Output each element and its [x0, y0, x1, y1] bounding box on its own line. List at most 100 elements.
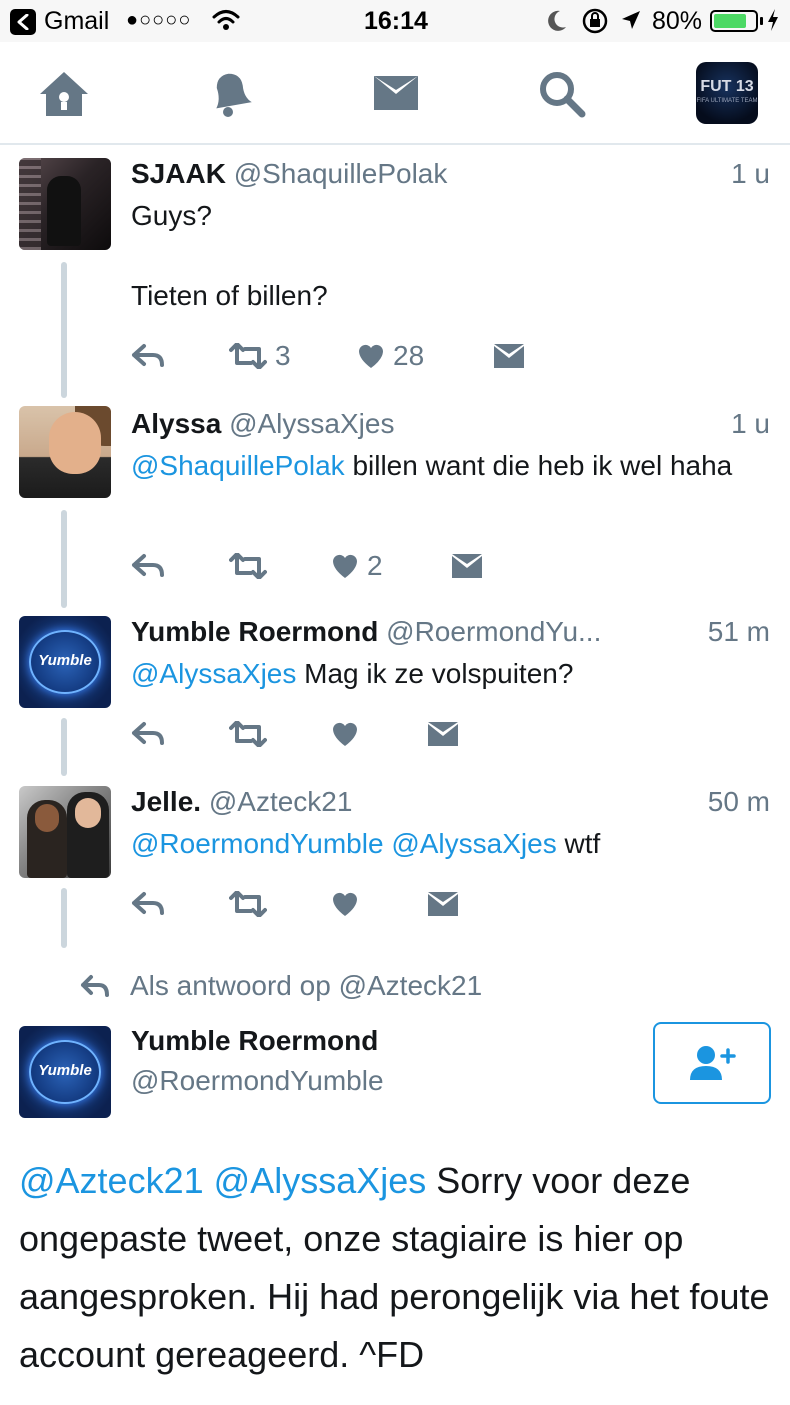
heart-icon	[333, 554, 357, 578]
avatar-logo-text: FUT 13	[700, 78, 754, 95]
like-count: 28	[393, 340, 425, 371]
tweet-actions: 2	[131, 546, 631, 586]
direct-message-button[interactable]	[451, 546, 483, 586]
thread-line	[61, 718, 67, 776]
user-avatar[interactable]	[19, 158, 111, 250]
display-name[interactable]: Yumble Roermond	[131, 616, 378, 647]
user-handle[interactable]: @RoermondYumble	[131, 1065, 384, 1097]
retweet-button[interactable]	[229, 714, 267, 754]
display-name[interactable]: SJAAK	[131, 158, 226, 189]
display-name[interactable]: Jelle.	[131, 786, 201, 817]
location-arrow-icon	[620, 9, 642, 38]
follow-button[interactable]	[653, 1022, 771, 1104]
like-button[interactable]	[331, 884, 359, 924]
mention-link[interactable]: @AlyssaXjes	[131, 658, 296, 689]
tweet-actions	[131, 714, 631, 754]
thread-line	[61, 510, 67, 608]
search-icon[interactable]	[538, 70, 586, 123]
retweet-button[interactable]	[229, 884, 267, 924]
like-count: 2	[367, 550, 383, 581]
tweet-header: Alyssa @AlyssaXjes	[131, 408, 394, 440]
direct-message-button[interactable]	[427, 714, 459, 754]
reply-button[interactable]	[131, 546, 165, 586]
status-bar: Gmail ●○○○○ 16:14 80%	[0, 0, 790, 42]
display-name[interactable]: Alyssa	[131, 408, 221, 439]
reply-button[interactable]	[131, 336, 165, 376]
bell-icon[interactable]	[206, 70, 252, 123]
mention-link[interactable]: @AlyssaXjes	[214, 1160, 427, 1201]
retweet-icon	[229, 721, 267, 747]
back-to-app-icon[interactable]	[10, 9, 36, 35]
mention-link[interactable]: @AlyssaXjes	[391, 828, 556, 859]
tab-bar: FUT 13 FIFA ULTIMATE TEAM	[0, 42, 790, 145]
tweet-header: SJAAK @ShaquillePolak	[131, 158, 447, 190]
like-button[interactable]: 28	[357, 336, 424, 376]
tweet-text: @Azteck21 @AlyssaXjes Sorry voor deze on…	[19, 1152, 779, 1384]
do-not-disturb-icon	[546, 9, 568, 40]
mail-icon[interactable]	[372, 74, 420, 117]
like-button[interactable]: 2	[331, 546, 383, 586]
tweet-header: Yumble Roermond @RoermondYu...	[131, 616, 601, 648]
user-handle[interactable]: @Azteck21	[209, 786, 353, 817]
thread-line	[61, 262, 67, 398]
orientation-lock-icon	[582, 8, 608, 41]
mention-link[interactable]: @ShaquillePolak	[131, 450, 345, 481]
retweet-button[interactable]: 3	[229, 336, 291, 376]
user-avatar[interactable]: Yumble	[19, 616, 111, 708]
dm-envelope-icon	[428, 722, 458, 746]
reply-button[interactable]	[131, 884, 165, 924]
like-button[interactable]	[331, 714, 359, 754]
reply-icon	[132, 892, 164, 915]
thread-line	[61, 888, 67, 948]
back-app-label[interactable]: Gmail	[44, 7, 109, 36]
tweet-text: @ShaquillePolak billen want die heb ik w…	[131, 446, 771, 486]
retweet-icon	[229, 891, 267, 917]
wifi-icon	[212, 8, 240, 39]
dm-envelope-icon	[452, 554, 482, 578]
reply-context[interactable]: Als antwoord op @Azteck21	[80, 966, 482, 1006]
direct-message-button[interactable]	[427, 884, 459, 924]
tweet-actions: 3 28	[131, 336, 631, 376]
battery-percentage: 80%	[652, 7, 703, 35]
tweet-actions	[131, 884, 631, 924]
signal-strength: ●○○○○	[126, 9, 192, 31]
heart-icon	[333, 892, 357, 916]
tweet-timestamp: 50 m	[707, 786, 770, 817]
display-name[interactable]: Yumble Roermond	[131, 1025, 378, 1057]
reply-context-text: Als antwoord op @Azteck21	[130, 970, 483, 1001]
user-handle[interactable]: @AlyssaXjes	[229, 408, 394, 439]
user-handle[interactable]: @ShaquillePolak	[234, 158, 448, 189]
tweet-text-body: wtf	[556, 828, 601, 859]
reply-icon	[132, 554, 164, 577]
avatar-logo-subtext: FIFA ULTIMATE TEAM	[696, 98, 758, 104]
battery-cap	[760, 17, 763, 25]
tweet-text-body: billen want die heb ik wel haha	[344, 450, 733, 481]
direct-message-button[interactable]	[493, 336, 525, 376]
retweet-count: 3	[275, 340, 291, 371]
profile-avatar[interactable]: FUT 13 FIFA ULTIMATE TEAM	[696, 62, 758, 124]
user-avatar[interactable]	[19, 786, 111, 878]
dm-envelope-icon	[428, 892, 458, 916]
mention-link[interactable]: @Azteck21	[19, 1160, 204, 1201]
dm-envelope-icon	[494, 344, 524, 368]
reply-icon	[132, 344, 164, 367]
retweet-button[interactable]	[229, 546, 267, 586]
battery-fill	[714, 14, 746, 28]
retweet-icon	[229, 343, 267, 369]
mention-link[interactable]: @RoermondYumble	[131, 828, 384, 859]
home-icon[interactable]	[38, 70, 90, 123]
tweet-text-line: Guys?	[131, 200, 212, 231]
add-user-icon	[690, 1046, 736, 1080]
reply-icon	[81, 975, 109, 997]
reply-button[interactable]	[131, 714, 165, 754]
tweet-text: @RoermondYumble @AlyssaXjes wtf	[131, 824, 771, 864]
user-avatar[interactable]: Yumble	[19, 1026, 111, 1118]
tweet-text: @AlyssaXjes Mag ik ze volspuiten?	[131, 654, 771, 694]
tweet-timestamp: 1 u	[731, 158, 770, 189]
reply-icon	[132, 722, 164, 745]
user-avatar[interactable]	[19, 406, 111, 498]
avatar-logo-text: Yumble	[38, 652, 92, 669]
user-handle[interactable]: @RoermondYu...	[386, 616, 601, 647]
heart-icon	[333, 722, 357, 746]
heart-icon	[359, 344, 383, 368]
